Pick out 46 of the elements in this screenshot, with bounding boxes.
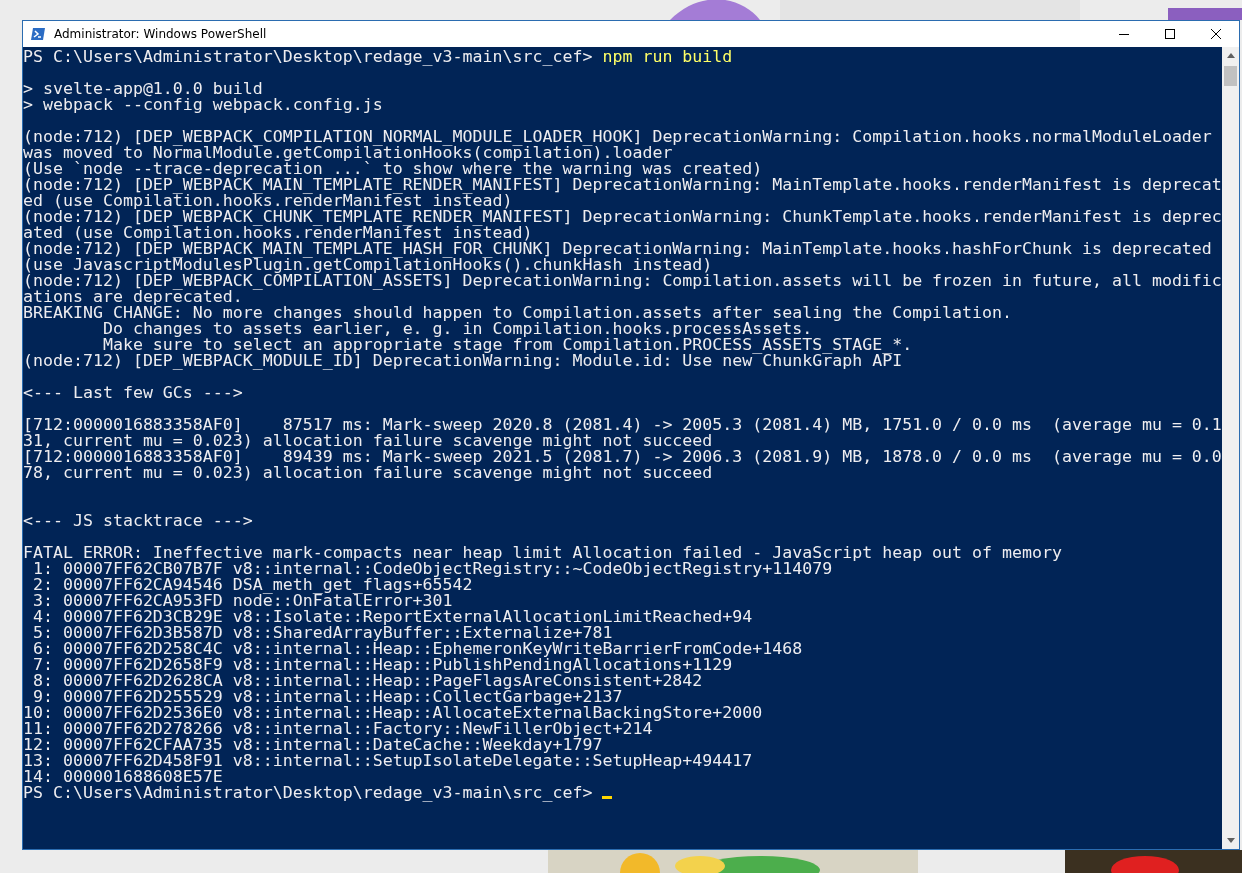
console-line: (node:712) [DEP_WEBPACK_CHUNK_TEMPLATE_RENDER_MANIFEST] DeprecationWarning: ChunkTemplate.hooks.renderManifest is deprec [23, 209, 1222, 225]
console-line: 78, current mu = 0.023) allocation failure scavenge might not succeed [23, 465, 713, 481]
console-line: 13: 00007FF62D458F91 v8::internal::SetupIsolateDelegate::SetupHeap+494417 [23, 753, 753, 769]
console-line: <--- JS stacktrace ---> [23, 513, 253, 529]
console-line: > webpack --config webpack.config.js [23, 97, 383, 113]
scrollbar[interactable] [1222, 47, 1239, 849]
console-line: 11: 00007FF62D278266 v8::internal::Factory::NewFillerObject+214 [23, 721, 653, 737]
console-line: (node:712) [DEP_WEBPACK_COMPILATION_ASSETS] DeprecationWarning: Compilation.assets will be frozen in future, all modific [23, 273, 1222, 289]
console-line: 3: 00007FF62CA953FD node::OnFatalError+301 [32, 593, 453, 609]
console-line: 1: 00007FF62CB07B7F v8::internal::CodeObjectRegistry::~CodeObjectRegistry+114079 [32, 561, 833, 577]
console-line: ed (use Compilation.hooks.renderManifest instead) [23, 193, 513, 209]
console-line: [712:0000016883358AF0] 89439 ms: Mark-sweep 2021.5 (2081.7) -> 2006.3 (2081.9) MB, 1878.0 / 0.0 ms (average mu = 0.0 [23, 449, 1222, 465]
console-line: FATAL ERROR: Ineffective mark-compacts near heap limit Allocation failed - JavaScript heap out of memory [23, 545, 1062, 561]
window-title: Administrator: Windows PowerShell [54, 27, 268, 41]
console-line: ated (use Compilation.hooks.renderManifest instead) [23, 225, 533, 241]
console-line: 4: 00007FF62D3CB29E v8::Isolate::ReportExternalAllocationLimitReached+94 [32, 609, 753, 625]
powershell-icon [30, 26, 46, 42]
console-line: (node:712) [DEP_WEBPACK_MAIN_TEMPLATE_HASH_FOR_CHUNK] DeprecationWarning: MainTemplate.hooks.hashForChunk is deprecated [23, 241, 1212, 257]
console-line: 8: 00007FF62D2628CA v8::internal::Heap::PageFlagsAreConsistent+2842 [32, 673, 703, 689]
close-icon[interactable] [1211, 29, 1221, 39]
console-line: (use JavascriptModulesPlugin.getCompilationHooks().chunkHash instead) [23, 257, 713, 273]
console-line: PS C:\Users\Administrator\Desktop\redage_v3-main\src_cef> [23, 785, 594, 801]
console-line: [712:0000016883358AF0] 87517 ms: Mark-sweep 2020.8 (2081.4) -> 2005.3 (2081.4) MB, 1751.0 / 0.0 ms (average mu = 0.1 [23, 417, 1222, 433]
console-line: 6: 00007FF62D258C4C v8::internal::Heap::EphemeronKeyWriteBarrierFromCode+1468 [32, 641, 803, 657]
console-line: BREAKING CHANGE: No more changes should happen to Compilation.assets after sealing the Compilation. [23, 305, 1013, 321]
console-line: (node:712) [DEP_WEBPACK_MAIN_TEMPLATE_RENDER_MANIFEST] DeprecationWarning: MainTemplate.hooks.renderManifest is deprecat [23, 177, 1222, 193]
console-line: 14: 000001688608E57E [23, 769, 223, 785]
console-line: 2: 00007FF62CA94546 DSA_meth_get_flags+65542 [32, 577, 473, 593]
console-line: Make sure to select an appropriate stage from Compilation.PROCESS_ASSETS_STAGE_*. [101, 337, 913, 353]
console-line: was moved to NormalModule.getCompilationHooks(compilation).loader [23, 145, 673, 161]
console-line: (node:712) [DEP_WEBPACK_MODULE_ID] DeprecationWarning: Module.id: Use new ChunkGraph API [23, 353, 903, 369]
console-line: 31, current mu = 0.023) allocation failure scavenge might not succeed [23, 433, 713, 449]
scrollbar-thumb[interactable] [1224, 66, 1237, 86]
console-line: PS C:\Users\Administrator\Desktop\redage_v3-main\src_cef> npm run build [23, 49, 733, 65]
console-line: > svelte-app@1.0.0 build [23, 81, 263, 97]
console-line: (node:712) [DEP_WEBPACK_COMPILATION_NORMAL_MODULE_LOADER_HOOK] DeprecationWarning: Compilation.hooks.normalModuleLoader [23, 129, 1212, 145]
console-line: 5: 00007FF62D3B587D v8::SharedArrayBuffer::Externalize+781 [32, 625, 613, 641]
console-line: Do changes to assets earlier, e. g. in Compilation.hooks.processAssets. [101, 321, 813, 337]
console-line: 7: 00007FF62D2658F9 v8::internal::Heap::PublishPendingAllocations+1129 [32, 657, 733, 673]
console-line: (Use `node --trace-deprecation ...` to show where the warning was created) [23, 161, 763, 177]
console-line: 12: 00007FF62CFAA735 v8::internal::DateCache::Weekday+1797 [23, 737, 603, 753]
console-line: ations are deprecated. [23, 289, 243, 305]
console-line: 10: 00007FF62D2536E0 v8::internal::Heap::AllocateExternalBackingStore+2000 [23, 705, 763, 721]
maximize-icon[interactable] [1165, 29, 1175, 39]
console-line: <--- Last few GCs ---> [23, 385, 243, 401]
console-line: 9: 00007FF62D255529 v8::internal::Heap::CollectGarbage+2137 [32, 689, 623, 705]
